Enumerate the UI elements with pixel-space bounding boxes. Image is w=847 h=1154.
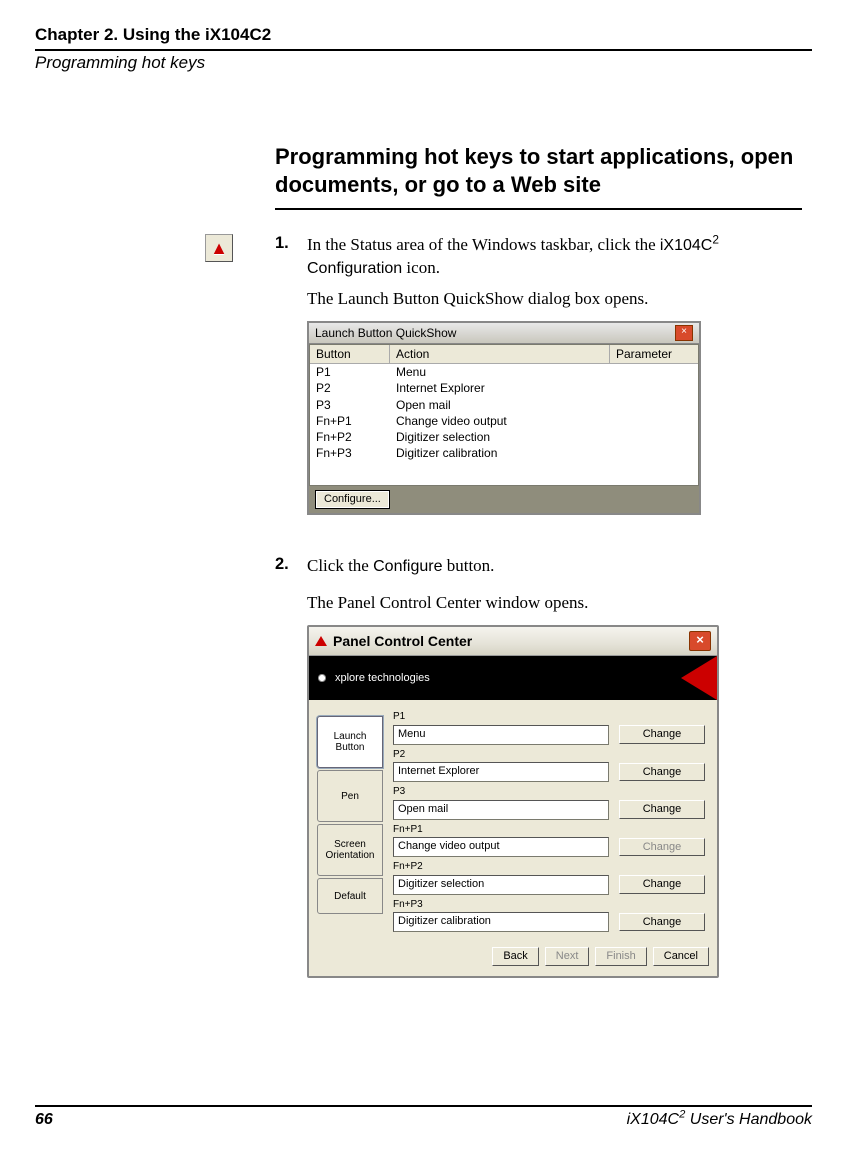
pcc-brandbar: xplore technologies: [309, 656, 717, 700]
step-1-line-2: The Launch Button QuickShow dialog box o…: [307, 288, 802, 311]
col-parameter[interactable]: Parameter: [610, 345, 698, 363]
pcc-body: Launch Button Pen Screen Orientation Def…: [309, 700, 717, 941]
footer-rule: [35, 1105, 812, 1107]
field-fn-p2: Fn+P2 Digitizer selection Change: [393, 860, 705, 895]
tab-screen-orientation[interactable]: Screen Orientation: [317, 824, 383, 876]
xplore-logo-icon: [315, 671, 329, 685]
back-button[interactable]: Back: [492, 947, 538, 966]
table-row[interactable]: P1Menu: [310, 364, 698, 380]
step-2-line-1: Click the Configure button.: [307, 555, 719, 578]
p2-input[interactable]: Internet Explorer: [393, 762, 609, 782]
field-fn-p1: Fn+P1 Change video output Change: [393, 823, 705, 858]
table-row[interactable]: Fn+P3Digitizer calibration: [310, 445, 698, 461]
content-column: Programming hot keys to start applicatio…: [275, 143, 802, 978]
pcc-tabs: Launch Button Pen Screen Orientation Def…: [317, 710, 383, 935]
tab-pen[interactable]: Pen: [317, 770, 383, 822]
header-rule: [35, 49, 812, 51]
tray-config-icon: ▲: [205, 234, 233, 262]
page: Chapter 2. Using the iX104C2 Programming…: [0, 0, 847, 1154]
finish-button: Finish: [595, 947, 646, 966]
pcc-titlebar: Panel Control Center ×: [309, 627, 717, 656]
triangle-icon: [315, 636, 327, 646]
quickshow-title-text: Launch Button QuickShow: [315, 325, 456, 341]
page-number: 66: [35, 1111, 53, 1129]
tab-default[interactable]: Default: [317, 878, 383, 914]
configure-button[interactable]: Configure...: [315, 490, 390, 509]
section-title: Programming hot keys to start applicatio…: [275, 143, 802, 210]
step-number: 1.: [275, 234, 293, 543]
brand-triangle-icon: [681, 656, 717, 700]
step-body: Click the Configure button. The Panel Co…: [307, 555, 719, 978]
col-action[interactable]: Action: [390, 345, 610, 363]
field-p1: P1 Menu Change: [393, 710, 705, 745]
next-button: Next: [545, 947, 590, 966]
col-button[interactable]: Button: [310, 345, 390, 363]
step-2-line-2: The Panel Control Center window opens.: [307, 592, 719, 615]
change-button: Change: [619, 838, 705, 857]
brand-text: xplore technologies: [335, 671, 430, 686]
panel-control-center-window: Panel Control Center × xplore technologi…: [307, 625, 719, 978]
field-p2: P2 Internet Explorer Change: [393, 748, 705, 783]
quickshow-table-header: Button Action Parameter: [310, 345, 698, 364]
step-1: 1. In the Status area of the Windows tas…: [275, 234, 802, 543]
pcc-main: P1 Menu Change P2 Internet Explorer: [393, 710, 709, 935]
table-row[interactable]: P2Internet Explorer: [310, 380, 698, 396]
book-title: iX104C2 User's Handbook: [627, 1111, 812, 1129]
quickshow-table: Button Action Parameter P1Menu P2Interne…: [309, 344, 699, 486]
change-button[interactable]: Change: [619, 763, 705, 782]
change-button[interactable]: Change: [619, 725, 705, 744]
page-footer: 66 iX104C2 User's Handbook: [35, 1105, 812, 1129]
pcc-title-text: Panel Control Center: [333, 632, 472, 651]
tab-launch-button[interactable]: Launch Button: [317, 716, 383, 768]
fnp1-input[interactable]: Change video output: [393, 837, 609, 857]
step-body: In the Status area of the Windows taskba…: [307, 234, 802, 543]
field-p3: P3 Open mail Change: [393, 785, 705, 820]
header-subtitle: Programming hot keys: [35, 53, 812, 73]
quickshow-titlebar: Launch Button QuickShow ×: [309, 323, 699, 344]
field-fn-p3: Fn+P3 Digitizer calibration Change: [393, 898, 705, 933]
step-number: 2.: [275, 555, 293, 978]
cancel-button[interactable]: Cancel: [653, 947, 709, 966]
change-button[interactable]: Change: [619, 913, 705, 932]
p1-input[interactable]: Menu: [393, 725, 609, 745]
fnp2-input[interactable]: Digitizer selection: [393, 875, 609, 895]
change-button[interactable]: Change: [619, 800, 705, 819]
quickshow-window: Launch Button QuickShow × Button Action …: [307, 321, 701, 515]
p3-input[interactable]: Open mail: [393, 800, 609, 820]
close-icon[interactable]: ×: [675, 325, 693, 341]
step-1-line-1: In the Status area of the Windows taskba…: [307, 234, 802, 280]
pcc-footer: Back Next Finish Cancel: [309, 941, 717, 976]
quickshow-footer: Configure...: [309, 486, 699, 513]
fnp3-input[interactable]: Digitizer calibration: [393, 912, 609, 932]
chapter-title: Chapter 2. Using the iX104C2: [35, 25, 812, 45]
step-2: 2. Click the Configure button. The Panel…: [275, 555, 802, 978]
table-row[interactable]: Fn+P1Change video output: [310, 413, 698, 429]
page-header: Chapter 2. Using the iX104C2 Programming…: [35, 25, 812, 73]
table-row[interactable]: Fn+P2Digitizer selection: [310, 429, 698, 445]
table-row[interactable]: P3Open mail: [310, 397, 698, 413]
change-button[interactable]: Change: [619, 875, 705, 894]
close-icon[interactable]: ×: [689, 631, 711, 651]
quickshow-rows: P1Menu P2Internet Explorer P3Open mail F…: [310, 364, 698, 485]
